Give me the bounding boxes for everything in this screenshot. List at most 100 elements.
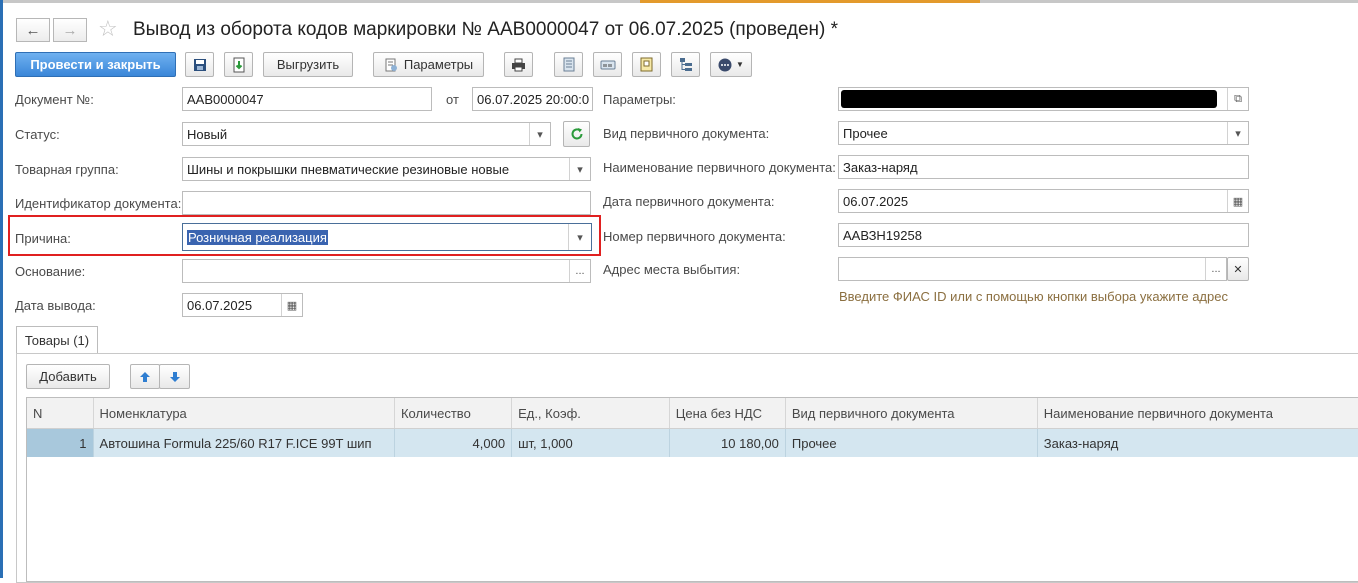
status-select[interactable]: Новый ▾ [182, 122, 551, 146]
floppy-icon [193, 58, 206, 71]
primary-doc-number-field[interactable]: ААВЗН19258 [838, 223, 1249, 247]
back-button[interactable]: ← [16, 18, 50, 42]
parameters-button-label: Параметры [403, 57, 474, 72]
page-title: Вывод из оборота кодов маркировки № ААВ0… [133, 19, 839, 40]
withdrawal-date-label: Дата вывода: [15, 298, 96, 313]
move-up-button[interactable] [130, 364, 160, 389]
doc-id-label: Идентификатор документа: [15, 196, 182, 211]
reason-label: Причина: [15, 231, 71, 246]
column-header-doc-type[interactable]: Вид первичного документа [786, 398, 1038, 428]
column-header-n[interactable]: N [27, 398, 94, 428]
export-button[interactable]: Выгрузить [263, 52, 353, 77]
list-icon [563, 57, 574, 72]
address-hint: Введите ФИАС ID или с помощью кнопки выб… [839, 289, 1228, 304]
window-top-border [0, 0, 1358, 3]
scanner-icon [600, 60, 615, 69]
cell-item: Автошина Formula 225/60 R17 F.ICE 99T ши… [94, 429, 395, 457]
status-label: Статус: [15, 127, 60, 142]
basis-select-button[interactable]: ... [569, 260, 590, 282]
open-window-icon[interactable]: ⧉ [1227, 88, 1248, 110]
cell-doc-type: Прочее [786, 429, 1038, 457]
more-dots-icon [718, 58, 732, 71]
print-button[interactable] [504, 52, 533, 77]
close-icon: ✕ [1233, 263, 1243, 276]
column-header-quantity[interactable]: Количество [395, 398, 513, 428]
primary-doc-number-label: Номер первичного документа: [603, 229, 786, 244]
cell-n: 1 [27, 429, 94, 457]
arrow-left-icon: ← [25, 21, 41, 39]
refresh-icon [571, 128, 582, 140]
product-group-label: Товарная группа: [15, 162, 119, 177]
primary-doc-date-label: Дата первичного документа: [603, 194, 775, 209]
more-actions-button[interactable]: ▼ [710, 52, 752, 77]
calendar-icon[interactable]: ▦ [1227, 190, 1248, 212]
arrow-up-icon [140, 371, 150, 382]
status-dropdown-icon[interactable]: ▾ [529, 123, 550, 145]
column-header-unit[interactable]: Ед., Коэф. [512, 398, 670, 428]
reason-select[interactable]: Розничная реализация ▾ [182, 223, 592, 251]
doc-date-field[interactable]: 06.07.2025 20:00:0 [472, 87, 593, 111]
column-header-doc-name[interactable]: Наименование первичного документа [1038, 398, 1358, 428]
product-group-select[interactable]: Шины и покрышки пневматические резиновые… [182, 157, 591, 181]
goods-table[interactable]: N Номенклатура Количество Ед., Коэф. Цен… [26, 397, 1358, 582]
clear-address-button[interactable]: ✕ [1227, 257, 1249, 281]
post-and-close-button[interactable]: Провести и закрыть [15, 52, 176, 77]
parameters-button[interactable]: Параметры [373, 52, 484, 77]
params-label: Параметры: [603, 92, 676, 107]
window-left-border [0, 0, 3, 578]
address-select-button[interactable]: ... [1205, 258, 1226, 280]
redacted-value [841, 90, 1217, 108]
calendar-icon[interactable]: ▦ [281, 294, 302, 316]
add-row-button[interactable]: Добавить [26, 364, 110, 389]
table-row[interactable]: 1 Автошина Formula 225/60 R17 F.ICE 99T … [27, 429, 1358, 457]
tab-goods[interactable]: Товары (1) [16, 326, 98, 354]
move-down-button[interactable] [159, 364, 190, 389]
primary-doc-date-value: 06.07.2025 [843, 193, 909, 209]
doc-number-label: Документ №: [15, 92, 94, 107]
primary-doc-type-value: Прочее [843, 125, 888, 141]
product-group-dropdown-icon[interactable]: ▾ [569, 158, 590, 180]
save-button[interactable] [185, 52, 214, 77]
product-group-value: Шины и покрышки пневматические резиновые… [187, 161, 510, 177]
basis-label: Основание: [15, 264, 86, 279]
chevron-down-icon: ▼ [736, 60, 744, 69]
doc-number-field[interactable]: ААВ0000047 [182, 87, 432, 111]
cell-doc-name: Заказ-наряд [1043, 435, 1119, 451]
table-header: N Номенклатура Количество Ед., Коэф. Цен… [27, 398, 1358, 429]
primary-doc-type-label: Вид первичного документа: [603, 126, 770, 141]
document-stamp-icon [640, 57, 653, 72]
structure-button[interactable] [554, 52, 583, 77]
primary-doc-type-select[interactable]: Прочее ▾ [838, 121, 1249, 145]
params-field[interactable]: ⧉ [838, 87, 1249, 111]
status-value: Новый [187, 126, 228, 142]
hierarchy-button[interactable] [671, 52, 700, 77]
column-header-price[interactable]: Цена без НДС [670, 398, 786, 428]
reason-value: Розничная реализация [187, 229, 328, 245]
cell-price: 10 180,00 [670, 429, 786, 457]
column-header-item[interactable]: Номенклатура [94, 398, 395, 428]
basis-field[interactable]: ... [182, 259, 591, 283]
post-button[interactable] [224, 52, 253, 77]
doc-id-field[interactable] [182, 191, 591, 215]
reason-dropdown-icon[interactable]: ▾ [568, 224, 591, 250]
from-label: от [446, 92, 459, 107]
cell-quantity: 4,000 [395, 429, 513, 457]
refresh-status-button[interactable] [563, 121, 590, 147]
cell-unit: шт, 1,000 [512, 429, 670, 457]
document-settings-icon [385, 58, 397, 71]
printer-icon [512, 58, 525, 71]
withdrawal-date-field[interactable]: 06.07.2025 ▦ [182, 293, 303, 317]
arrow-down-icon [169, 371, 180, 382]
arrow-right-icon: → [62, 21, 78, 39]
primary-doc-name-field[interactable]: Заказ-наряд [838, 155, 1249, 179]
primary-doc-type-dropdown-icon[interactable]: ▾ [1227, 122, 1248, 144]
hierarchy-icon [679, 58, 692, 71]
withdrawal-date-value: 06.07.2025 [187, 297, 253, 313]
post-document-icon [233, 57, 244, 72]
scan-button[interactable] [593, 52, 622, 77]
forward-button[interactable]: → [53, 18, 87, 42]
address-field[interactable]: ... [838, 257, 1227, 281]
primary-doc-date-field[interactable]: 06.07.2025 ▦ [838, 189, 1249, 213]
favorite-star-icon[interactable]: ☆ [98, 17, 118, 41]
marking-codes-button[interactable] [632, 52, 661, 77]
